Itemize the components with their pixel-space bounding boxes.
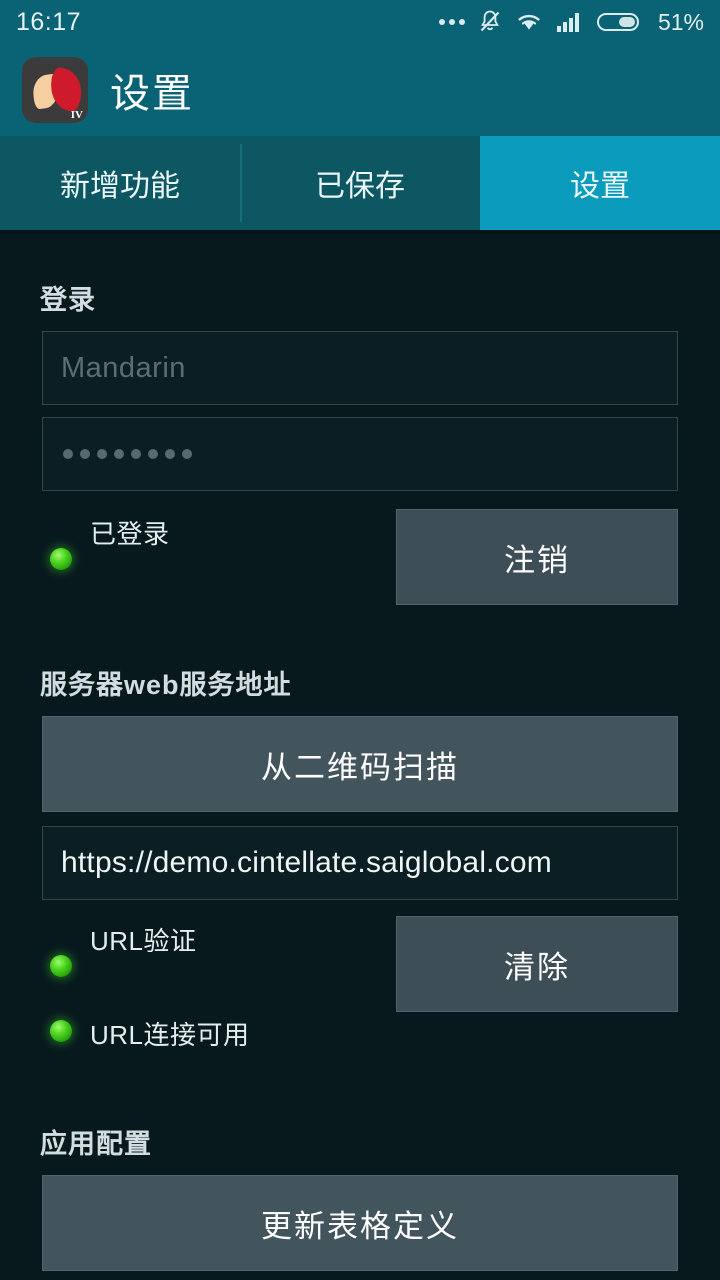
- url-connection-row: URL连接可用: [42, 1012, 678, 1066]
- status-bar-icons: 51%: [438, 8, 704, 36]
- url-connection-led-icon: [50, 1020, 72, 1042]
- login-status-row: 已登录 注销: [42, 509, 678, 605]
- battery-percent-label: 51%: [657, 8, 704, 35]
- settings-content: 登录 Mandarin 已登录 注销 服务器web服务地址 从二维码扫描 htt…: [0, 278, 720, 1271]
- tab-new-features[interactable]: 新增功能: [0, 136, 240, 230]
- scan-qr-button[interactable]: 从二维码扫描: [42, 716, 678, 812]
- more-dots-icon: [438, 19, 465, 25]
- app-logo-badge-label: IV: [70, 109, 83, 121]
- password-input[interactable]: [42, 417, 678, 491]
- url-validation-row: URL验证 清除: [42, 916, 678, 1012]
- tab-bar: 新增功能 已保存 设置: [0, 136, 720, 230]
- server-url-input[interactable]: https://demo.cintellate.saiglobal.com: [42, 826, 678, 900]
- url-validation-led-icon: [50, 955, 72, 977]
- signal-bars-icon: [556, 11, 584, 33]
- update-form-definitions-button[interactable]: 更新表格定义: [42, 1175, 678, 1271]
- status-bar: 16:17 51%: [0, 0, 720, 44]
- server-url-value: https://demo.cintellate.saiglobal.com: [61, 846, 552, 879]
- clear-button[interactable]: 清除: [396, 916, 678, 1012]
- url-connection-label: URL连接可用: [90, 1020, 250, 1050]
- wifi-icon: [515, 11, 543, 33]
- app-config-section-title: 应用配置: [40, 1129, 152, 1159]
- login-section-title: 登录: [40, 285, 96, 315]
- app-logo-icon: IV: [22, 57, 88, 123]
- tab-settings[interactable]: 设置: [480, 136, 720, 230]
- username-value: Mandarin: [61, 351, 186, 384]
- app-bar: IV 设置: [0, 44, 720, 136]
- url-validation-label: URL验证: [90, 926, 197, 956]
- page-title: 设置: [110, 72, 194, 116]
- battery-icon: [596, 11, 643, 33]
- tab-saved[interactable]: 已保存: [240, 136, 480, 230]
- logout-button[interactable]: 注销: [396, 509, 678, 605]
- app-screen: 16:17 51% IV 设置 新增功能 已保存 设置 登录 Mandarin …: [0, 0, 720, 1280]
- login-status-led-icon: [50, 548, 72, 570]
- status-bar-clock: 16:17: [16, 7, 82, 36]
- tab-bar-underline: [0, 230, 720, 234]
- password-masked-value: [61, 449, 192, 459]
- server-section-title: 服务器web服务地址: [40, 670, 292, 700]
- login-status-label: 已登录: [90, 519, 170, 549]
- username-input[interactable]: Mandarin: [42, 331, 678, 405]
- mute-bell-icon: [478, 9, 502, 35]
